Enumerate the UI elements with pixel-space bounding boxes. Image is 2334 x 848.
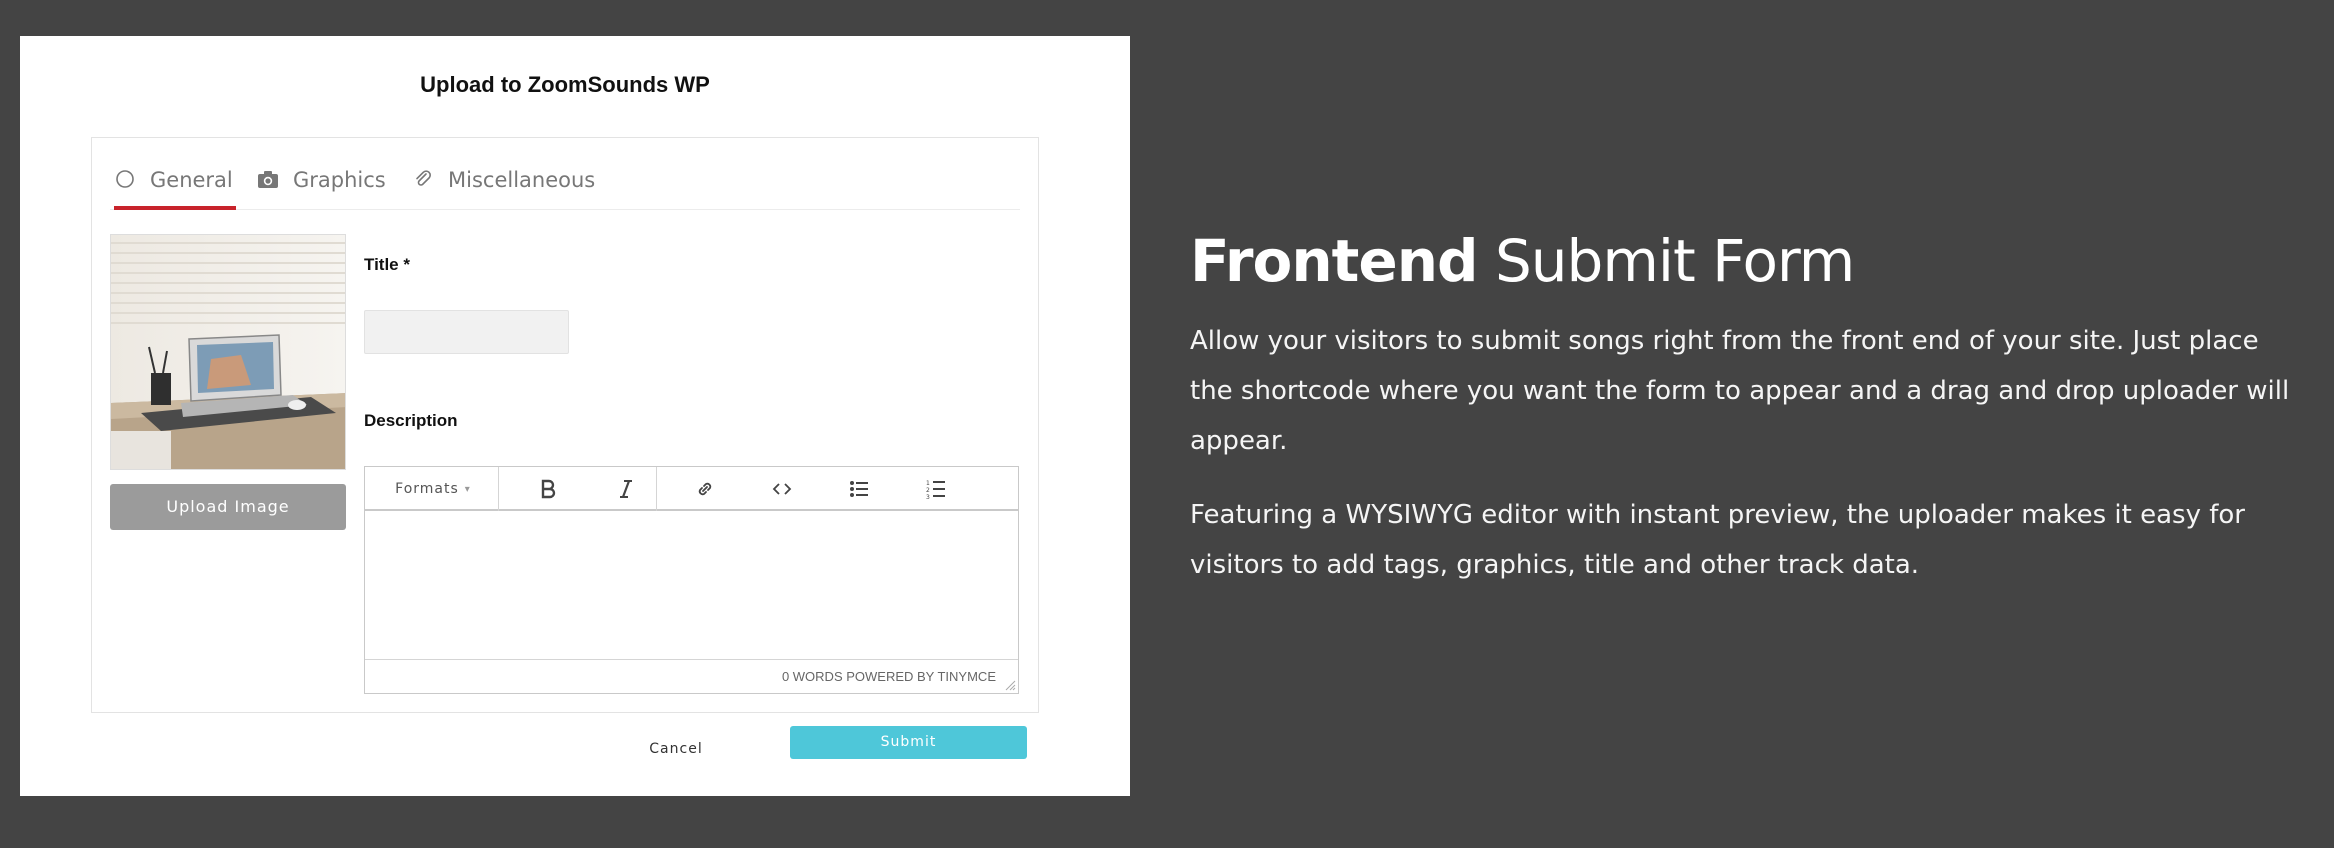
svg-text:1: 1 xyxy=(926,480,930,487)
upload-form: General Graphics Miscellaneous Upload Im… xyxy=(91,137,1039,713)
formats-dropdown[interactable]: Formats ▾ xyxy=(385,467,481,511)
cancel-button[interactable]: Cancel xyxy=(616,733,736,765)
camera-icon xyxy=(257,168,279,190)
title-label: Title * xyxy=(364,255,410,274)
code-icon[interactable] xyxy=(762,467,802,511)
feature-title-rest: Submit Form xyxy=(1477,227,1855,295)
editor-body[interactable] xyxy=(365,513,1018,659)
resize-handle-icon[interactable] xyxy=(1004,679,1016,691)
image-preview xyxy=(110,234,346,470)
paperclip-icon xyxy=(412,168,434,190)
tab-label: General xyxy=(150,168,233,192)
editor-status-bar: 0 WORDS POWERED BY TINYMCE xyxy=(365,659,1018,693)
feature-title-bold: Frontend xyxy=(1190,227,1479,295)
tab-label: Graphics xyxy=(293,168,386,192)
circle-icon xyxy=(114,168,136,190)
bold-icon[interactable] xyxy=(528,467,568,511)
formats-label: Formats xyxy=(395,481,459,497)
description-editor: Formats ▾ 1 2 3 0 WORDS POWERED BY TINYM… xyxy=(364,466,1019,694)
description-label: Description xyxy=(364,411,458,430)
numbered-list-icon[interactable]: 123 xyxy=(916,467,956,511)
word-count: 0 WORDS POWERED BY TINYMCE xyxy=(781,669,996,684)
toolbar-separator xyxy=(656,467,657,511)
upload-modal: Upload to ZoomSounds WP General Graphics… xyxy=(20,36,1130,796)
italic-icon[interactable] xyxy=(606,467,646,511)
feature-paragraph: Featuring a WYSIWYG editor with instant … xyxy=(1190,500,2245,580)
feature-paragraph: Allow your visitors to submit songs righ… xyxy=(1190,326,2290,456)
bullet-list-icon[interactable] xyxy=(839,467,879,511)
upload-image-button[interactable]: Upload Image xyxy=(110,484,346,530)
title-input[interactable] xyxy=(364,310,569,354)
tab-bar: General Graphics Miscellaneous xyxy=(110,138,1020,210)
tab-general[interactable]: General xyxy=(114,168,236,210)
svg-text:2: 2 xyxy=(926,487,930,494)
tab-label: Miscellaneous xyxy=(448,168,596,192)
editor-toolbar: Formats ▾ 1 2 3 xyxy=(365,467,1018,511)
svg-text:3: 3 xyxy=(926,494,930,499)
tab-miscellaneous[interactable]: Miscellaneous xyxy=(412,168,595,208)
tab-graphics[interactable]: Graphics xyxy=(257,168,386,208)
caret-down-icon: ▾ xyxy=(464,483,471,495)
feature-title: Frontend Submit Form xyxy=(1190,222,2300,300)
submit-button[interactable]: Submit xyxy=(790,726,1027,759)
modal-title: Upload to ZoomSounds WP xyxy=(420,72,710,97)
toolbar-separator xyxy=(498,467,499,511)
link-icon[interactable] xyxy=(685,467,725,511)
feature-description: Frontend Submit Form Allow your visitors… xyxy=(1190,222,2300,590)
